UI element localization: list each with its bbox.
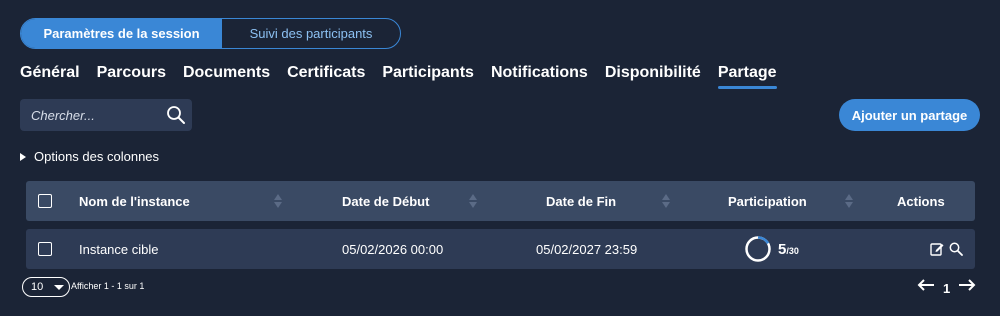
triangle-right-icon — [20, 152, 26, 161]
header-actions: Actions — [897, 193, 945, 209]
header-participation[interactable]: Participation — [728, 181, 807, 221]
page-size-select[interactable]: 10 — [22, 277, 70, 297]
search-box — [20, 99, 192, 131]
sort-icon[interactable] — [845, 194, 853, 208]
column-options-label: Options des colonnes — [34, 149, 160, 164]
tab-participants[interactable]: Participants — [382, 62, 474, 88]
column-options-toggle[interactable]: Options des colonnes — [20, 149, 159, 164]
header-start-date[interactable]: Date de Début — [342, 181, 429, 221]
sort-icon[interactable] — [469, 194, 477, 208]
search-icon[interactable] — [166, 105, 186, 125]
tab-bar: Général Parcours Documents Certificats P… — [20, 62, 794, 90]
row-checkbox[interactable] — [38, 242, 52, 256]
header-instance-name[interactable]: Nom de l'instance — [79, 181, 190, 221]
participation-count: 5 — [778, 240, 787, 258]
segment-session-settings[interactable]: Paramètres de la session — [21, 19, 222, 48]
tab-certificats[interactable]: Certificats — [287, 62, 365, 88]
tab-parcours[interactable]: Parcours — [97, 62, 166, 88]
tab-notifications[interactable]: Notifications — [491, 62, 588, 88]
magnifier-icon[interactable] — [949, 242, 963, 256]
tab-documents[interactable]: Documents — [183, 62, 270, 88]
pagination-info: Afficher 1 - 1 sur 1 — [71, 281, 145, 291]
select-all-checkbox[interactable] — [38, 194, 52, 208]
add-share-button[interactable]: Ajouter un partage — [839, 99, 980, 131]
segment-participant-tracking[interactable]: Suivi des participants — [222, 19, 400, 48]
arrow-right-icon[interactable] — [958, 279, 976, 291]
caret-down-icon — [54, 285, 64, 290]
participation-value: 5 /30 — [778, 229, 799, 269]
page-size-value: 10 — [31, 281, 44, 293]
participation-total: /30 — [786, 246, 799, 256]
arrow-left-icon[interactable] — [917, 279, 935, 291]
cell-end-date: 05/02/2027 23:59 — [536, 241, 638, 257]
header-end-date[interactable]: Date de Fin — [546, 181, 616, 221]
table-row: Instance cible 05/02/2026 00:00 05/02/20… — [26, 229, 975, 269]
participation-ring-icon — [745, 236, 771, 262]
cell-start-date: 05/02/2026 00:00 — [342, 241, 444, 257]
tab-disponibilite[interactable]: Disponibilité — [605, 62, 701, 88]
sort-icon[interactable] — [274, 194, 282, 208]
edit-icon[interactable] — [930, 242, 944, 256]
tab-partage[interactable]: Partage — [717, 62, 777, 89]
session-segmented-control: Paramètres de la session Suivi des parti… — [20, 18, 401, 49]
table-header: Nom de l'instance Date de Début Date de … — [26, 181, 975, 221]
cell-instance-name: Instance cible — [79, 241, 159, 257]
tab-general[interactable]: Général — [20, 62, 80, 88]
current-page[interactable]: 1 — [943, 281, 950, 296]
sort-icon[interactable] — [662, 194, 670, 208]
